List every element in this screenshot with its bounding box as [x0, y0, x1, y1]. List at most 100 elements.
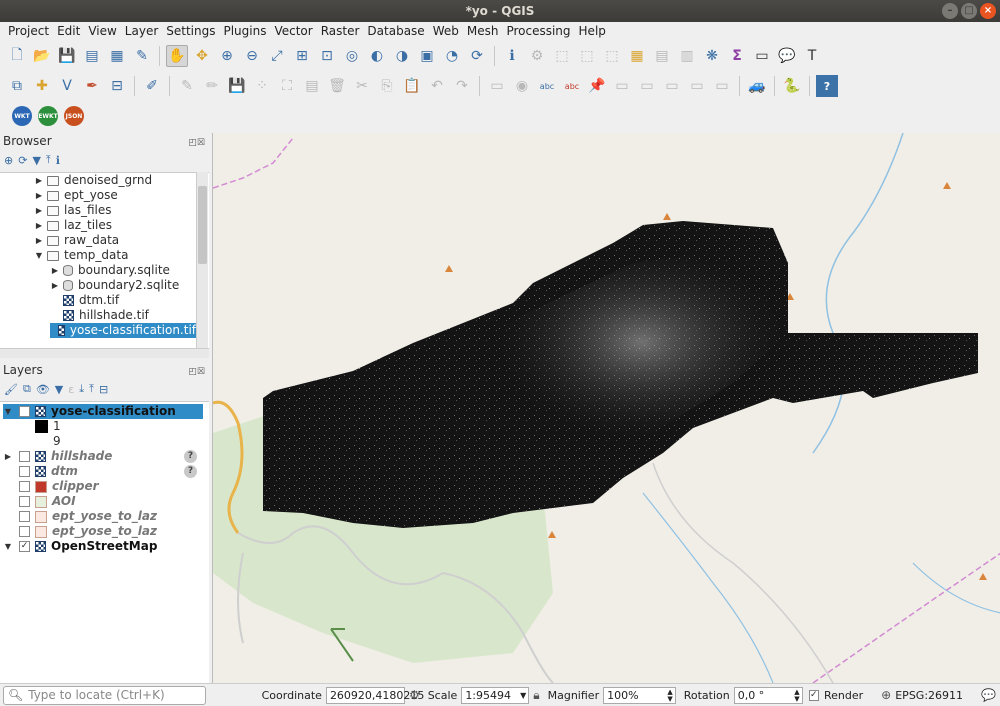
new-gps-icon[interactable]: ⊟: [106, 75, 128, 97]
layer-visibility-checkbox[interactable]: [19, 526, 30, 537]
deselect-icon[interactable]: ⬚: [601, 45, 623, 67]
magnifier-spinbox[interactable]: 100% ▲ ▼: [603, 686, 676, 704]
menu-plugins[interactable]: Plugins: [219, 22, 270, 41]
show-hide-labels-icon[interactable]: ▭: [636, 75, 658, 97]
save-project-icon[interactable]: 💾: [56, 45, 78, 67]
refresh-browser-icon[interactable]: ⟳: [18, 154, 27, 167]
paste-features-icon[interactable]: 📋: [401, 75, 423, 97]
browser-item[interactable]: yose-classification.tif: [50, 323, 196, 338]
layer-item[interactable]: clipper: [3, 479, 203, 494]
cut-features-icon[interactable]: ✂: [351, 75, 373, 97]
toggle-extents-icon[interactable]: ⚙: [409, 688, 420, 702]
layer-visibility-checkbox[interactable]: [19, 496, 30, 507]
layer-visibility-checkbox[interactable]: [19, 451, 30, 462]
select-by-value-icon[interactable]: ⬚: [576, 45, 598, 67]
new-map-view-icon[interactable]: ▣: [416, 45, 438, 67]
new-project-icon[interactable]: 🗋: [6, 45, 28, 67]
zoom-last-icon[interactable]: ◐: [366, 45, 388, 67]
expand-arrow-icon[interactable]: ▶: [34, 218, 44, 233]
manage-themes-icon[interactable]: 👁: [36, 383, 50, 396]
layer-visibility-checkbox[interactable]: ✓: [19, 406, 30, 417]
label-tool-icon[interactable]: ▭: [486, 75, 508, 97]
menu-vector[interactable]: Vector: [270, 22, 316, 41]
menu-edit[interactable]: Edit: [53, 22, 84, 41]
messages-icon[interactable]: 💬: [981, 688, 996, 702]
layer-visibility-checkbox[interactable]: [19, 466, 30, 477]
toggle-editing-icon[interactable]: ✏: [201, 75, 223, 97]
remove-layer-icon[interactable]: ⊟: [99, 383, 108, 396]
expand-arrow-icon[interactable]: ▶: [34, 203, 44, 218]
add-feature-icon[interactable]: ⁘: [251, 75, 273, 97]
field-calculator-icon[interactable]: ▤: [651, 45, 673, 67]
layer-item[interactable]: ▼ ✓ OpenStreetMap: [3, 539, 203, 554]
browser-item[interactable]: ▶ raw_data: [34, 233, 196, 248]
layer-item[interactable]: AOI: [3, 494, 203, 509]
diagram-tool-icon[interactable]: ◉: [511, 75, 533, 97]
browser-item[interactable]: dtm.tif: [50, 293, 196, 308]
collapse-all-icon[interactable]: ⤒: [46, 153, 51, 167]
map-tips-icon[interactable]: 💬: [776, 45, 798, 67]
menu-help[interactable]: Help: [575, 22, 610, 41]
expand-arrow-icon[interactable]: ▶: [50, 263, 60, 278]
browser-hscrollbar[interactable]: [0, 348, 209, 358]
layout-manager-icon[interactable]: ▦: [106, 45, 128, 67]
refresh-icon[interactable]: ⟳: [466, 45, 488, 67]
toolbox-icon[interactable]: ❋: [701, 45, 723, 67]
zoom-out-icon[interactable]: ⊖: [241, 45, 263, 67]
menu-mesh[interactable]: Mesh: [463, 22, 503, 41]
coordinate-field[interactable]: 260920,4180215: [325, 686, 424, 704]
layer-visibility-checkbox[interactable]: [19, 511, 30, 522]
modify-attributes-icon[interactable]: ▤: [301, 75, 323, 97]
expanded-arrow-icon[interactable]: ▼: [34, 248, 44, 263]
statistics-icon[interactable]: ▥: [676, 45, 698, 67]
undo-icon[interactable]: ↶: [426, 75, 448, 97]
expand-arrow-icon[interactable]: ▶: [34, 173, 44, 188]
menu-database[interactable]: Database: [363, 22, 428, 41]
new-spatialite-icon[interactable]: ✒: [81, 75, 103, 97]
collapse-all-layers-icon[interactable]: ⤒: [89, 382, 94, 396]
new-print-layout-icon[interactable]: ▤: [81, 45, 103, 67]
new-layer-icon[interactable]: ✚: [31, 75, 53, 97]
delete-selected-icon[interactable]: 🗑: [326, 75, 348, 97]
json-badge-icon[interactable]: JSON: [64, 106, 84, 126]
text-annotation-icon[interactable]: T: [801, 45, 823, 67]
legend-item[interactable]: 1: [35, 419, 185, 434]
expanded-arrow-icon[interactable]: ▼: [3, 404, 13, 419]
expand-arrow-icon[interactable]: ▶: [3, 449, 13, 464]
select-features-icon[interactable]: ⬚: [551, 45, 573, 67]
menu-raster[interactable]: Raster: [317, 22, 364, 41]
zoom-layer-icon[interactable]: ⊡: [316, 45, 338, 67]
redo-icon[interactable]: ↷: [451, 75, 473, 97]
layer-visibility-checkbox[interactable]: [19, 481, 30, 492]
expanded-arrow-icon[interactable]: ▼: [3, 539, 13, 554]
change-label-icon[interactable]: ▭: [711, 75, 733, 97]
stepper-arrows-icon[interactable]: ▲ ▼: [667, 688, 672, 703]
new-virtual-layer-icon[interactable]: V: [56, 75, 78, 97]
zoom-full-icon[interactable]: ⤢: [266, 45, 288, 67]
render-checkbox[interactable]: ✓: [808, 689, 819, 701]
browser-item[interactable]: ▼ temp_data: [34, 248, 196, 263]
maximize-button[interactable]: □: [961, 3, 977, 19]
open-attribute-table-icon[interactable]: ▦: [626, 45, 648, 67]
layer-item[interactable]: ept_yose_to_laz: [3, 524, 203, 539]
properties-icon[interactable]: ℹ: [56, 154, 60, 167]
zoom-selection-icon[interactable]: ⊞: [291, 45, 313, 67]
browser-item[interactable]: ▶ denoised_grnd: [34, 173, 196, 188]
style-manager-icon[interactable]: ✎: [131, 45, 153, 67]
layer-item[interactable]: ▼ ✓ yose-classification: [3, 404, 203, 419]
move-label-icon[interactable]: ▭: [661, 75, 683, 97]
pan-map-icon[interactable]: ✋: [166, 45, 188, 67]
gps-plugin-icon[interactable]: 🚙: [746, 75, 768, 97]
layer-labeling-icon[interactable]: abc: [536, 75, 558, 97]
zoom-native-icon[interactable]: ◎: [341, 45, 363, 67]
zoom-next-icon[interactable]: ◑: [391, 45, 413, 67]
lock-scale-icon[interactable]: 🔒︎: [533, 688, 539, 703]
help-icon[interactable]: ?: [816, 75, 838, 97]
edit-layer-icon[interactable]: ✐: [141, 75, 163, 97]
add-group-icon[interactable]: ⧉: [23, 382, 31, 396]
menu-processing[interactable]: Processing: [502, 22, 574, 41]
browser-item[interactable]: ▶ boundary.sqlite: [50, 263, 196, 278]
filter-expression-icon[interactable]: ε: [68, 383, 74, 396]
rotate-label-icon[interactable]: ▭: [686, 75, 708, 97]
highlight-pinned-icon[interactable]: ▭: [611, 75, 633, 97]
